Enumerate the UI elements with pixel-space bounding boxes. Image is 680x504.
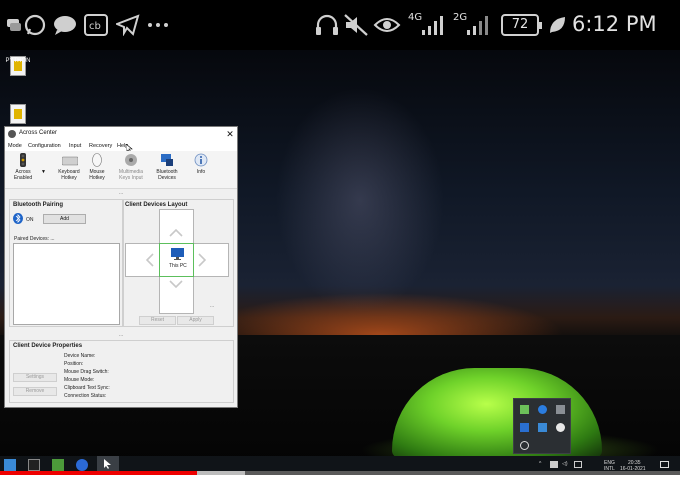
message-icon — [53, 12, 77, 38]
pointer-icon — [104, 459, 111, 469]
browser-taskbar-icon[interactable] — [76, 459, 88, 471]
menu-mode[interactable]: Mode — [8, 143, 22, 149]
whatsapp-icon — [24, 12, 46, 38]
bluetooth-devices-icon — [160, 153, 174, 167]
toolbar-label: Bluetooth Devices — [156, 169, 178, 181]
app-icon — [8, 130, 16, 138]
editor-taskbar-icon[interactable] — [52, 459, 64, 471]
desktop-icon-python[interactable]: PYTHON — [0, 56, 36, 76]
dropdown-arrow-icon[interactable]: ▼ — [41, 169, 46, 175]
headset-icon — [314, 12, 340, 38]
phone-clock: 6:12 PM — [572, 12, 657, 36]
cloud-tray-icon[interactable] — [538, 423, 547, 432]
mouse-drag-switch-field: Mouse Drag Switch: — [64, 369, 109, 375]
remove-button[interactable]: Remove — [13, 387, 57, 396]
close-icon[interactable]: ✕ — [223, 127, 237, 141]
position-field: Position: — [64, 361, 84, 367]
connection-status-field: Connection Status: — [64, 393, 107, 399]
info-icon — [194, 153, 208, 167]
bluetooth-tray-icon[interactable] — [538, 405, 547, 414]
menu-input[interactable]: Input — [69, 143, 81, 149]
record-tray-icon[interactable] — [556, 423, 565, 432]
desktop-icon-label: PYTHON — [5, 58, 31, 64]
arrow-right-icon[interactable] — [198, 253, 206, 267]
window-title: Across Center — [19, 130, 58, 136]
paired-devices-list[interactable] — [13, 243, 120, 325]
apply-button[interactable]: Apply — [177, 316, 214, 325]
tray-overflow-popup — [513, 398, 571, 454]
more-dots-icon — [147, 12, 169, 38]
player-bottom-area — [0, 475, 680, 504]
bluetooth-pairing-title: Bluetooth Pairing — [13, 202, 63, 208]
settings-button[interactable]: Settings — [13, 373, 57, 382]
toolbar-label: Multimedia Keys Input — [118, 169, 144, 181]
add-button[interactable]: Add — [43, 214, 86, 224]
bluetooth-icon — [13, 213, 23, 224]
phone-status-bar: cb 4G 2G 72 6:12 PM — [0, 0, 680, 50]
mouse-mode-field: Mouse Mode: — [64, 377, 95, 383]
bluetooth-devices-button[interactable]: Bluetooth Devices — [149, 153, 185, 187]
multimedia-keys-button[interactable]: Multimedia Keys Input — [113, 153, 149, 187]
toolbar: Across Enabled ▼ Keyboard Hotkey Mouse H… — [5, 151, 237, 189]
mute-icon — [343, 12, 369, 38]
eye-icon — [373, 12, 401, 38]
keyboard-icon — [61, 153, 79, 167]
tray-up-arrow-icon[interactable]: ^ — [539, 461, 541, 467]
client-layout-title: Client Devices Layout — [125, 202, 188, 208]
across-enabled-button[interactable]: Across Enabled — [5, 153, 41, 187]
mouse-hotkey-button[interactable]: Mouse Hotkey — [79, 153, 115, 187]
client-properties-title: Client Device Properties — [13, 343, 83, 349]
paired-devices-label: Paired Devices: ... — [14, 236, 55, 242]
menu-bar: Mode Configuration Input Recovery Help — [5, 141, 237, 154]
window-titlebar: Across Center ✕ — [5, 127, 237, 141]
notification-icon[interactable] — [660, 461, 669, 468]
clipboard-sync-field: Clipboard Text Sync: — [64, 385, 110, 391]
multimedia-icon — [124, 153, 138, 167]
mouse-icon — [90, 153, 104, 167]
info-button[interactable]: Info — [183, 153, 219, 187]
menu-recovery[interactable]: Recovery — [89, 143, 112, 149]
this-pc-label: This PC — [169, 263, 187, 269]
crosshair-tray-icon[interactable] — [520, 441, 529, 450]
reset-button[interactable]: Reset — [139, 316, 176, 325]
battery-tray-icon[interactable] — [550, 461, 558, 468]
start-icon[interactable] — [4, 459, 16, 471]
battery-icon: 72 — [500, 12, 542, 38]
app-tray-icon[interactable] — [556, 405, 565, 414]
cb-app-icon: cb — [84, 12, 108, 38]
toolbar-separator-dots: ... — [119, 190, 124, 196]
chat-bubbles-icon — [6, 12, 22, 38]
file-icon — [10, 104, 26, 124]
telegram-icon — [116, 12, 140, 38]
battery-level: 72 — [511, 17, 529, 32]
this-pc-slot[interactable]: This PC — [159, 243, 194, 277]
volume-tray-icon[interactable]: ◁) — [562, 461, 568, 467]
word-tray-icon[interactable] — [520, 423, 529, 432]
leaf-icon — [546, 12, 568, 38]
device-name-field: Device Name: — [64, 353, 96, 359]
section-separator-dots: ... — [119, 332, 124, 338]
toolbar-label: Mouse Hotkey — [89, 169, 105, 181]
terminal-taskbar-icon[interactable] — [28, 459, 40, 471]
menu-configuration[interactable]: Configuration — [28, 143, 61, 149]
signal-bars-icon — [420, 12, 446, 38]
chat-tray-icon[interactable] — [520, 405, 529, 414]
signal-bars-2-icon — [465, 12, 491, 38]
arrow-up-icon[interactable] — [169, 229, 183, 237]
monitor-icon — [171, 248, 184, 260]
toolbar-label: Across Enabled — [13, 169, 33, 181]
desktop-icon-file[interactable] — [0, 104, 36, 124]
toolbar-label: Info — [196, 169, 206, 175]
traffic-light-icon — [16, 153, 30, 167]
layout-dots: ... — [210, 303, 215, 309]
arrow-left-icon[interactable] — [146, 253, 154, 267]
display-tray-icon[interactable] — [574, 461, 582, 468]
across-center-window: Across Center ✕ Mode Configuration Input… — [4, 126, 238, 408]
bluetooth-state: ON — [26, 217, 34, 223]
svg-text:cb: cb — [89, 21, 101, 32]
arrow-down-icon[interactable] — [169, 280, 183, 288]
